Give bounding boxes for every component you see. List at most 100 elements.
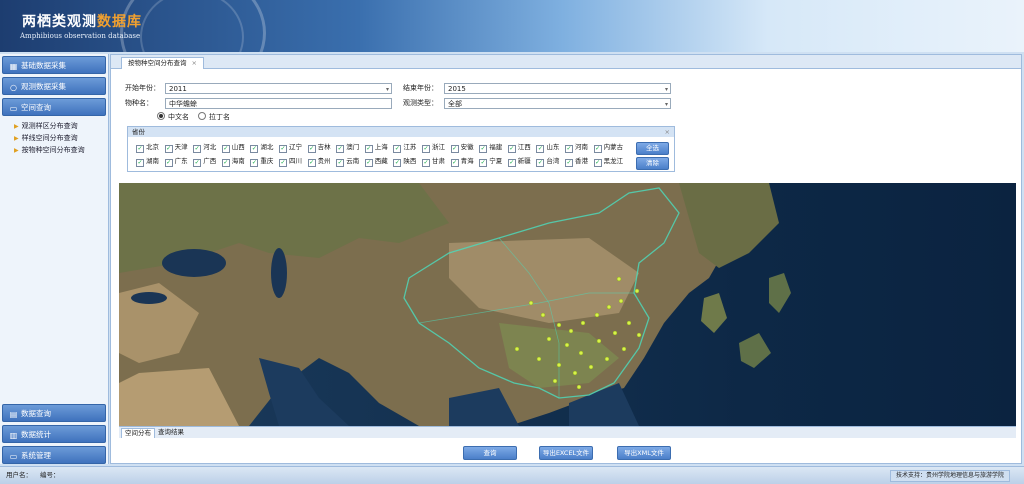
province-checkbox[interactable]: ✓ 香港 (565, 157, 588, 167)
checkbox-checked-icon: ✓ (536, 159, 545, 167)
province-label: 河北 (203, 143, 217, 151)
province-checkbox[interactable]: ✓ 浙江 (422, 143, 445, 153)
checkbox-checked-icon: ✓ (307, 145, 316, 153)
province-label: 湖南 (146, 157, 159, 165)
close-icon[interactable]: × (192, 59, 197, 67)
sidebar-item-system-management[interactable]: ▭ 系统管理 (2, 446, 106, 464)
obs-type-label: 观测类型： (403, 99, 438, 107)
checkbox-checked-icon: ✓ (364, 145, 373, 153)
province-checkbox[interactable]: ✓ 吉林 (307, 143, 331, 153)
province-checkbox[interactable]: ✓ 广东 (164, 157, 188, 167)
checkbox-checked-icon: ✓ (593, 159, 602, 167)
checkbox-checked-icon: ✓ (279, 159, 287, 167)
province-checkbox[interactable]: ✓ 宁夏 (479, 157, 502, 167)
end-year-value: 2015 (448, 85, 466, 93)
province-checkbox[interactable]: ✓ 海南 (221, 157, 245, 167)
province-checkbox[interactable]: ✓ 山西 (221, 143, 245, 153)
end-year-select[interactable]: 2015 ▾ (444, 83, 671, 94)
province-label: 内蒙古 (603, 143, 624, 151)
start-year-value: 2011 (169, 85, 187, 93)
sidebar-item-label: 数据查询 (21, 409, 51, 418)
province-checkbox[interactable]: ✓ 黑龙江 (593, 157, 624, 167)
sidebar-item-observation-data[interactable]: ○ 观测数据采集 (2, 77, 106, 95)
sidebar-item-spatial-query[interactable]: ▭ 空间查询 (2, 98, 106, 116)
species-input[interactable]: 中华蟾蜍 (165, 98, 392, 109)
sidebar-subitem-transect-distribution[interactable]: ▶ 样线空间分布查询 (14, 133, 78, 144)
province-checkbox[interactable]: ✓ 澳门 (336, 143, 359, 153)
province-checkbox[interactable]: ✓ 河南 (565, 143, 588, 153)
species-value: 中华蟾蜍 (169, 100, 197, 108)
province-checkbox[interactable]: ✓ 台湾 (536, 157, 559, 167)
obs-type-select[interactable]: 全部 ▾ (444, 98, 671, 109)
province-checkbox[interactable]: ✓ 四川 (279, 157, 302, 167)
tab-species-distribution[interactable]: 按物种空间分布查询 × (121, 57, 204, 69)
province-checkbox[interactable]: ✓ 湖南 (136, 157, 159, 167)
province-label: 山东 (546, 143, 560, 151)
close-icon[interactable]: × (665, 127, 670, 137)
radio-label: 中文名 (168, 113, 189, 121)
checkbox-checked-icon: ✓ (336, 159, 345, 167)
tab-spatial-distribution[interactable]: 空间分布 (121, 428, 155, 438)
province-checkbox[interactable]: ✓ 江西 (507, 143, 531, 153)
province-checkbox[interactable]: ✓ 新疆 (507, 157, 531, 167)
tab-query-results[interactable]: 查询结果 (155, 428, 187, 437)
clear-button[interactable]: 清除 (636, 157, 669, 170)
province-label: 西藏 (374, 157, 388, 165)
province-label: 辽宁 (289, 143, 302, 151)
province-checkbox[interactable]: ✓ 甘肃 (422, 157, 445, 167)
province-checkbox[interactable]: ✓ 福建 (479, 143, 502, 153)
id-label: 编号： (40, 471, 60, 479)
start-year-select[interactable]: 2011 ▾ (165, 83, 392, 94)
export-excel-button[interactable]: 导出EXCEL文件 (539, 446, 593, 460)
province-checkbox[interactable]: ✓ 河北 (193, 143, 216, 153)
province-checkbox[interactable]: ✓ 湖北 (250, 143, 273, 153)
checkbox-checked-icon: ✓ (136, 145, 144, 153)
province-checkbox[interactable]: ✓ 广西 (193, 157, 216, 167)
query-button[interactable]: 查询 (463, 446, 517, 460)
province-checkbox[interactable]: ✓ 陕西 (393, 157, 416, 167)
tab-bar: 按物种空间分布查询 × (111, 55, 1021, 69)
export-xml-button[interactable]: 导出XML文件 (617, 446, 671, 460)
sidebar-item-data-query[interactable]: ▤ 数据查询 (2, 404, 106, 422)
province-checkbox[interactable]: ✓ 天津 (164, 143, 188, 153)
province-checkbox[interactable]: ✓ 云南 (336, 157, 359, 167)
sidebar-item-data-statistics[interactable]: ▥ 数据统计 (2, 425, 106, 443)
sidebar-subitem-label: 观测样区分布查询 (21, 122, 78, 130)
select-all-button[interactable]: 全选 (636, 142, 669, 155)
sidebar-item-label: 系统管理 (21, 451, 51, 460)
radio-latin-name[interactable]: 拉丁名 (198, 112, 230, 122)
province-checkbox[interactable]: ✓ 山东 (536, 143, 559, 153)
map-view[interactable] (119, 183, 1016, 426)
province-label: 海南 (231, 157, 245, 165)
radio-chinese-name[interactable]: 中文名 (157, 112, 189, 122)
province-label: 湖北 (260, 143, 274, 151)
end-year-label: 结束年份： (403, 84, 438, 92)
province-label: 青海 (460, 157, 474, 165)
arrow-icon: ▶ (14, 147, 19, 154)
province-panel: 省份 × ✓ 北京 ✓ 天津 ✓ 河北 ✓ 山西 ✓ 湖北 ✓ 辽宁 ✓ 吉林 ✓ 澳门 ✓ 上海 ✓ 江苏 ✓ 浙江 ✓ 安徽… (127, 126, 675, 172)
sidebar-subitem-plot-distribution[interactable]: ▶ 观测样区分布查询 (14, 121, 78, 132)
province-checkbox[interactable]: ✓ 内蒙古 (593, 143, 624, 153)
province-label: 黑龙江 (603, 157, 624, 165)
province-checkbox[interactable]: ✓ 安徽 (450, 143, 474, 153)
province-checkbox[interactable]: ✓ 青海 (450, 157, 474, 167)
province-checkbox[interactable]: ✓ 西藏 (364, 157, 388, 167)
status-bar: 用户名： 编号： 技术支持：贵州学院地理信息与旅游学院 (0, 466, 1024, 484)
checkbox-checked-icon: ✓ (336, 145, 345, 153)
province-label: 北京 (146, 143, 159, 151)
province-label: 澳门 (346, 143, 360, 151)
province-label: 福建 (489, 143, 503, 151)
province-checkbox[interactable]: ✓ 重庆 (250, 157, 273, 167)
province-checkbox[interactable]: ✓ 上海 (364, 143, 388, 153)
province-checkbox[interactable]: ✓ 贵州 (307, 157, 331, 167)
checkbox-checked-icon: ✓ (479, 145, 488, 153)
province-checkbox[interactable]: ✓ 江苏 (393, 143, 416, 153)
checkbox-checked-icon: ✓ (250, 145, 259, 153)
sidebar-item-basic-data[interactable]: ▦ 基础数据采集 (2, 56, 106, 74)
province-label: 云南 (346, 157, 360, 165)
province-checkbox[interactable]: ✓ 北京 (136, 143, 159, 153)
header-banner: 两栖类观测数据库 Amphibious observation database (0, 0, 1024, 52)
province-checkbox[interactable]: ✓ 辽宁 (279, 143, 302, 153)
sidebar-subitem-species-distribution[interactable]: ▶ 按物种空间分布查询 (14, 145, 85, 156)
province-label: 四川 (289, 157, 302, 165)
